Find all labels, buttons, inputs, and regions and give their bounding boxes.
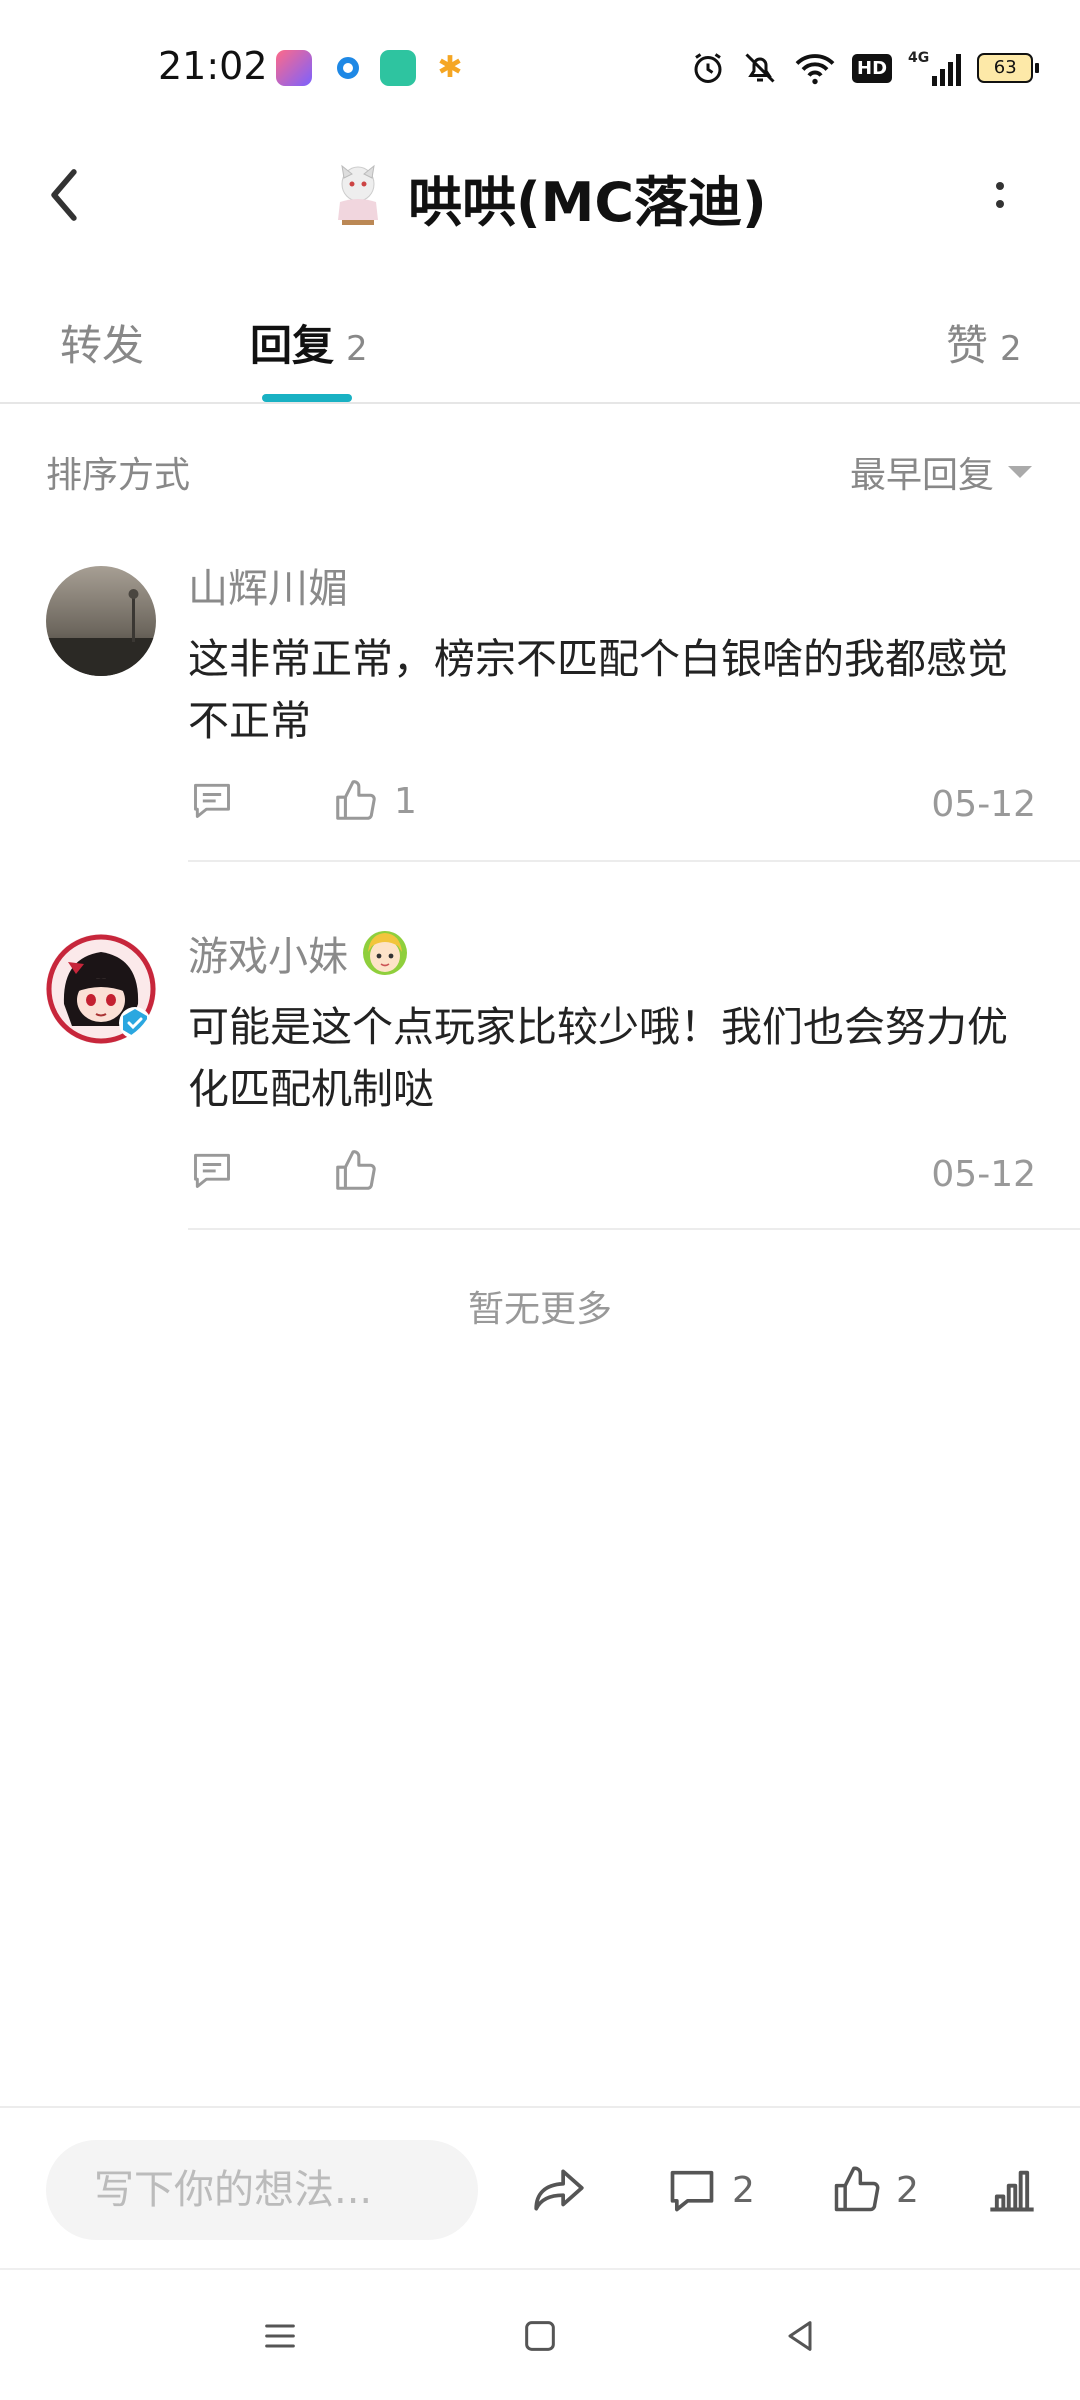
status-time: 21:02: [158, 44, 268, 88]
divider: [0, 2268, 1080, 2270]
comment-text: 这非常正常，榜宗不匹配个白银啥的我都感觉不正常: [188, 635, 1008, 745]
like-button[interactable]: [332, 1148, 394, 1194]
like-button[interactable]: 2: [830, 2162, 919, 2218]
back-button[interactable]: [36, 160, 92, 230]
comment-icon: [670, 2170, 714, 2212]
wifi-icon: [795, 54, 835, 85]
divider: [188, 1228, 1080, 1230]
triangle-back-icon: [788, 2321, 812, 2351]
tab-count: 2: [346, 329, 368, 369]
status-bar: 21:02 ✱ HD 4G 63: [0, 0, 1080, 130]
comment-date: 05-12: [931, 1154, 1036, 1195]
comment-count: 2: [732, 2169, 755, 2211]
share-icon: [534, 2169, 584, 2211]
chevron-left-icon: [51, 169, 77, 221]
divider: [188, 860, 1080, 862]
user-badge-icon: [363, 931, 407, 975]
comment-date: 05-12: [931, 784, 1036, 825]
comment-input-box[interactable]: [46, 2140, 478, 2240]
stats-button[interactable]: [986, 2162, 1038, 2218]
bar-chart-icon: [990, 2170, 1034, 2212]
page-title: 哄哄(MC落迪): [408, 171, 767, 234]
comment-author[interactable]: 游戏小妹: [188, 924, 410, 982]
tab-count: 2: [1000, 329, 1022, 369]
square-icon: [525, 2321, 555, 2351]
title-avatar[interactable]: [330, 162, 386, 230]
menu-nav-button[interactable]: [250, 2306, 310, 2366]
battery-icon: 63: [977, 53, 1040, 83]
thumbs-up-icon: [336, 1150, 376, 1190]
star-app-icon: ✱: [432, 50, 468, 86]
sort-dropdown[interactable]: 最早回复: [850, 446, 1033, 498]
app-notification-icon: [330, 50, 366, 86]
like-count: 1: [394, 780, 417, 822]
comment-input[interactable]: [92, 2166, 456, 2214]
active-tab-indicator: [262, 394, 352, 402]
reply-button[interactable]: [190, 1148, 234, 1192]
reply-button[interactable]: [190, 778, 234, 822]
home-nav-button[interactable]: [510, 2306, 570, 2366]
caret-down-icon: [1008, 466, 1033, 478]
thumbs-up-icon: [834, 2166, 880, 2212]
divider: [0, 402, 1080, 404]
hd-icon: HD: [852, 53, 893, 83]
reply-icon: [194, 1153, 230, 1188]
reply-icon: [194, 783, 230, 818]
comment-text: 可能是这个点玩家比较少哦！我们也会努力优化匹配机制哒: [188, 1003, 1008, 1113]
app-notification-icon: [276, 50, 312, 86]
like-button[interactable]: 1: [332, 778, 417, 824]
avatar[interactable]: [46, 934, 156, 1044]
tab-likes[interactable]: 赞2: [946, 312, 1022, 373]
more-vertical-icon: [996, 182, 1004, 190]
tab-forward[interactable]: 转发: [60, 312, 144, 373]
share-button[interactable]: [530, 2162, 588, 2218]
alarm-icon: [694, 53, 722, 83]
4g-signal-icon: 4G: [908, 50, 962, 86]
avatar[interactable]: [46, 566, 156, 676]
comment-author[interactable]: 山辉川媚: [188, 556, 348, 614]
tab-replies[interactable]: 回复 2: [250, 312, 368, 373]
bell-off-icon: [745, 53, 775, 83]
menu-icon: [265, 2324, 295, 2348]
app-notification-icon: [380, 50, 416, 86]
like-count: 2: [896, 2169, 919, 2211]
more-options-button[interactable]: [980, 160, 1020, 230]
verified-badge-icon: [119, 1007, 151, 1039]
no-more-text: 暂无更多: [467, 1289, 612, 1330]
comments-button[interactable]: 2: [666, 2162, 755, 2218]
thumbs-up-icon: [336, 780, 376, 820]
sort-label: 排序方式: [46, 455, 191, 496]
divider: [0, 2106, 1080, 2108]
back-nav-button[interactable]: [770, 2306, 830, 2366]
